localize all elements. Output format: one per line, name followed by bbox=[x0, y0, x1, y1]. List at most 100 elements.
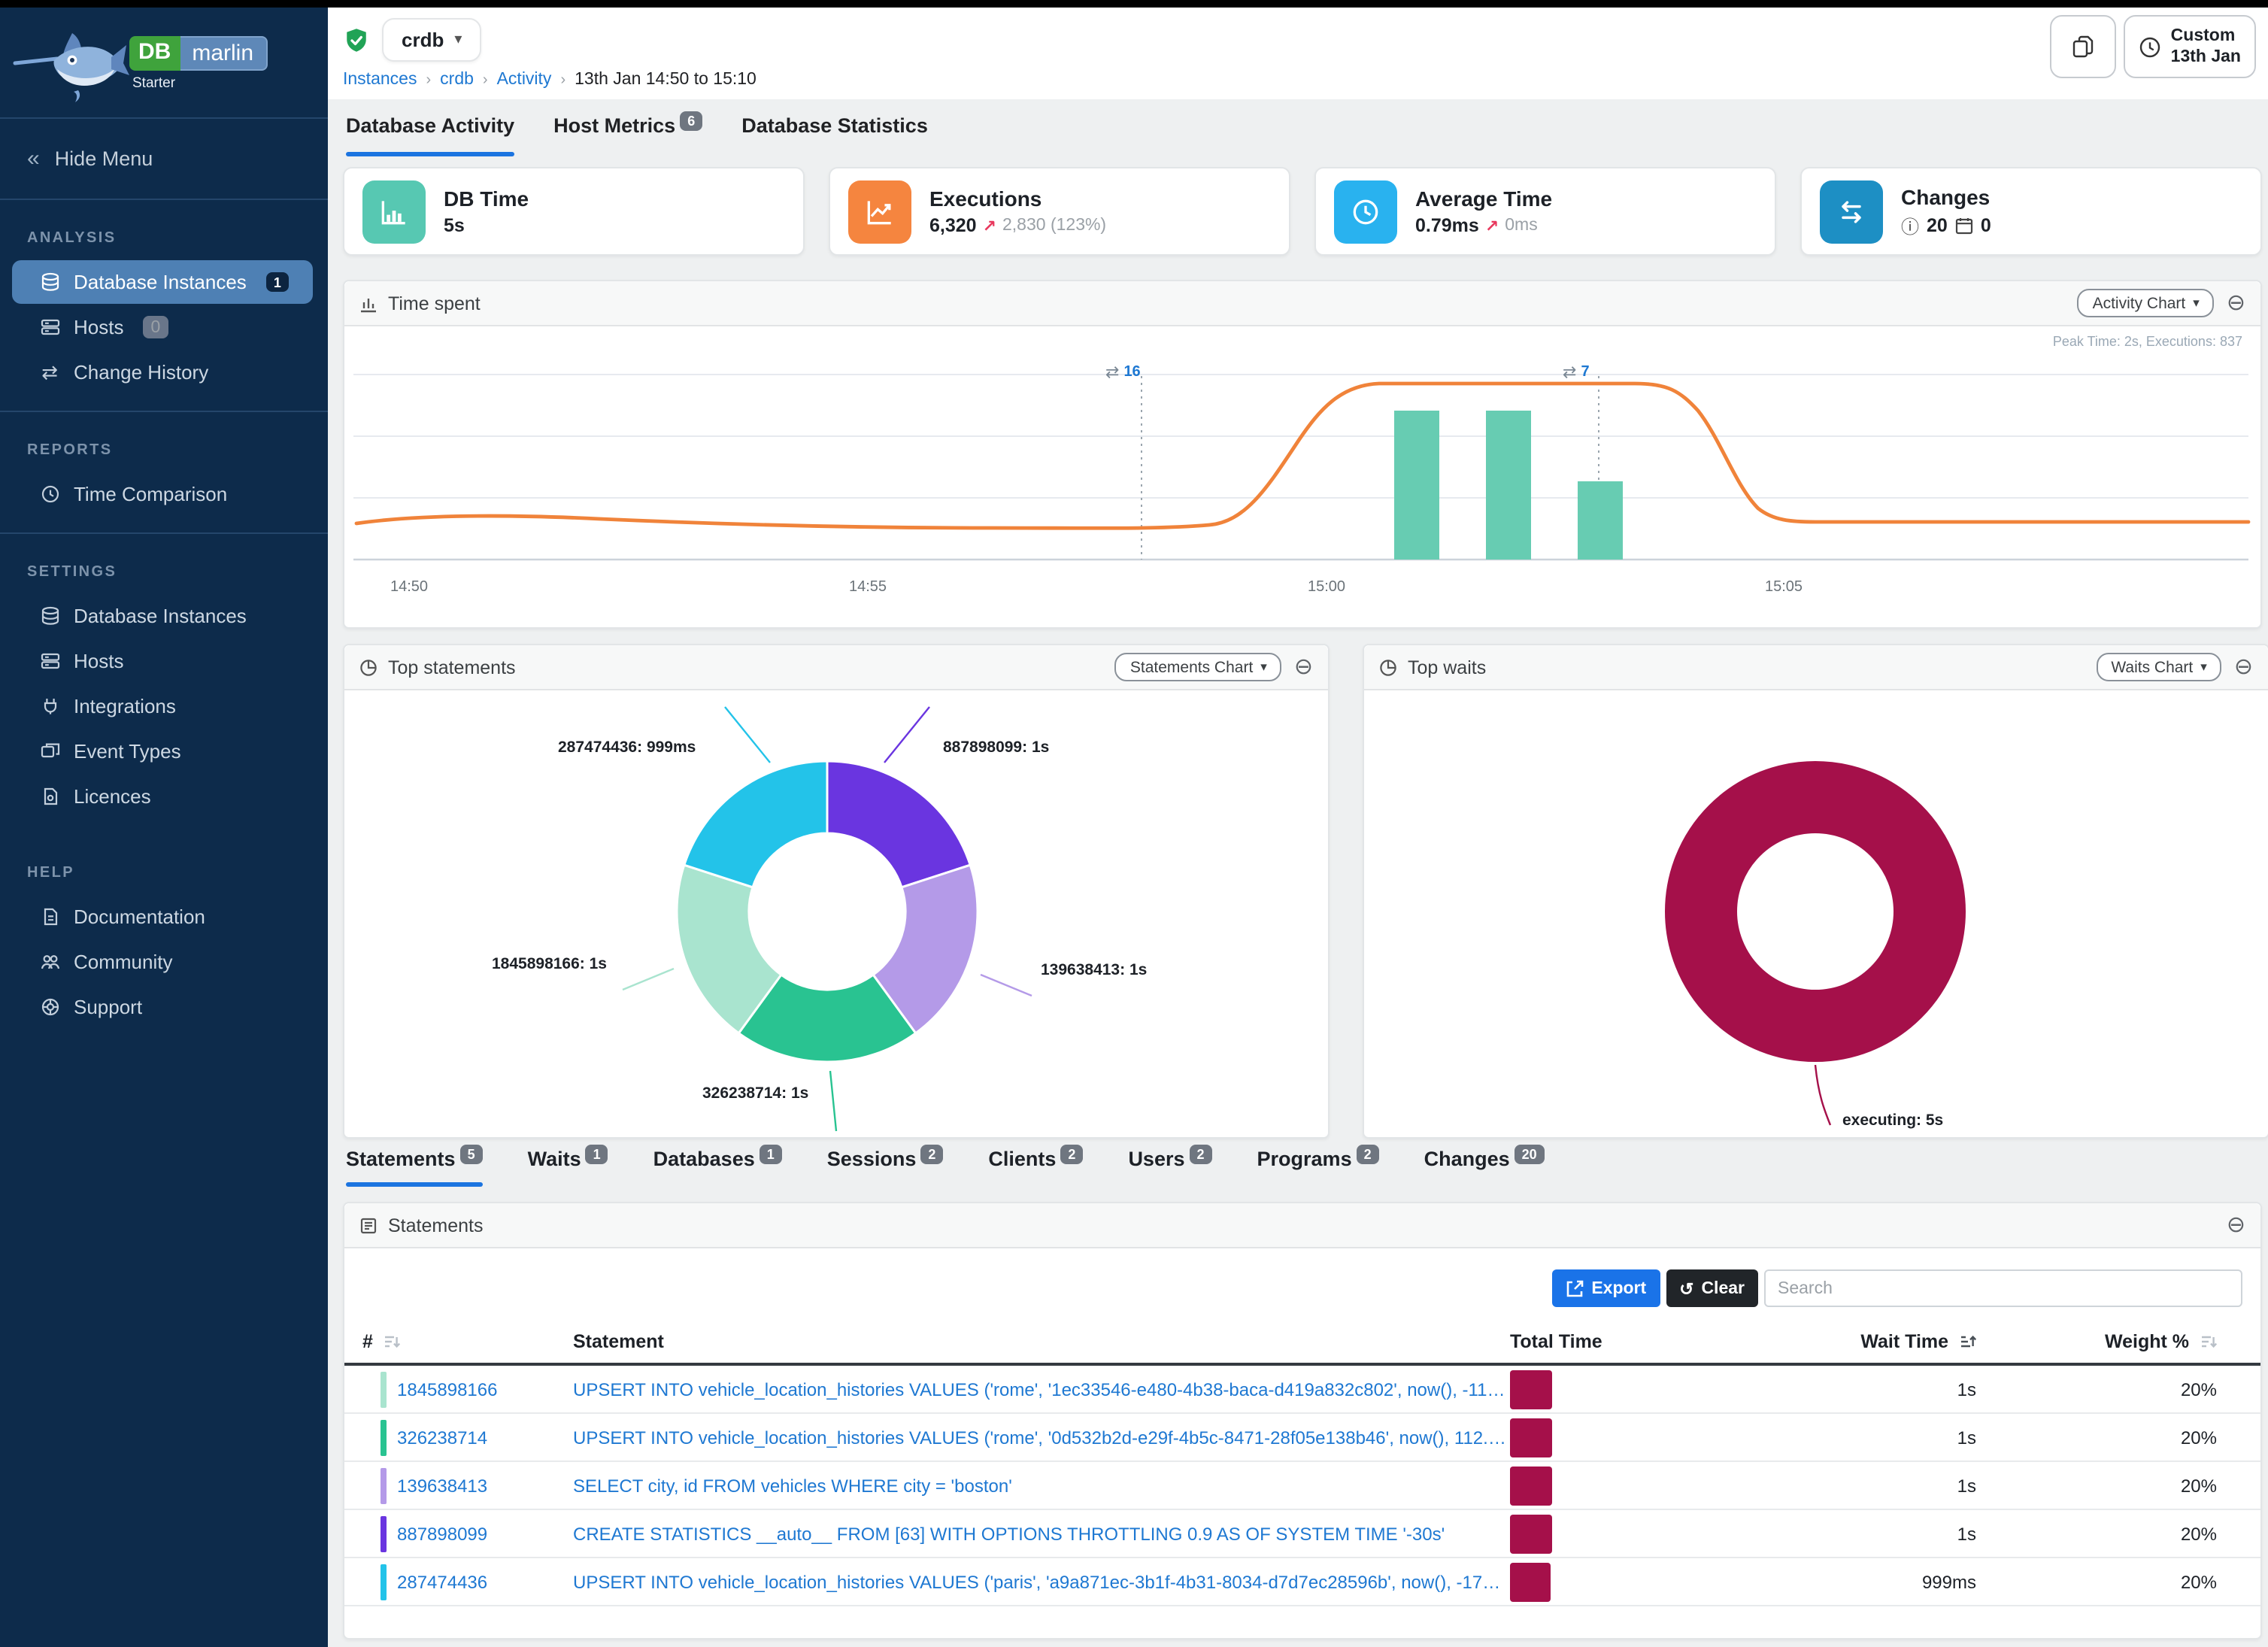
donut-label: 1845898166: 1s bbox=[492, 955, 607, 973]
sidebar-section-settings: SETTINGS Database Instances Hosts Integr… bbox=[0, 534, 328, 835]
sidebar-item-support[interactable]: Support bbox=[12, 985, 313, 1029]
sidebar-item-settings-database-instances[interactable]: Database Instances bbox=[12, 594, 313, 638]
search-input[interactable] bbox=[1764, 1269, 2242, 1307]
licence-icon bbox=[39, 786, 60, 807]
tab-sessions[interactable]: Sessions2 bbox=[827, 1148, 944, 1187]
time-spent-chart[interactable]: Peak Time: 2s, Executions: 837 bbox=[344, 326, 2260, 627]
tab-users[interactable]: Users2 bbox=[1128, 1148, 1211, 1187]
breadcrumb-activity[interactable]: Activity bbox=[497, 71, 552, 89]
total-time-bar bbox=[1510, 1466, 1552, 1505]
statement-link[interactable]: CREATE STATISTICS __auto__ FROM [63] WIT… bbox=[573, 1523, 1510, 1544]
panel-title: Time spent bbox=[388, 293, 481, 314]
column-header-statement[interactable]: Statement bbox=[573, 1325, 1510, 1364]
collapse-panel-icon[interactable]: ⊖ bbox=[2227, 1214, 2245, 1236]
pie-chart-icon bbox=[1379, 658, 1397, 676]
tab-databases[interactable]: Databases1 bbox=[653, 1148, 782, 1187]
up-right-arrow-icon: ↗ bbox=[983, 216, 996, 235]
clock-icon bbox=[39, 484, 60, 505]
db-time-line bbox=[356, 384, 2248, 528]
statements-panel: Statements ⊖ Export ↺ Clear bbox=[343, 1202, 2262, 1639]
card-executions: Executions 6,320 ↗ 2,830 (123%) bbox=[829, 167, 1290, 256]
collapse-panel-icon[interactable]: ⊖ bbox=[1294, 656, 1313, 678]
sidebar-item-time-comparison[interactable]: Time Comparison bbox=[12, 472, 313, 516]
sidebar-item-community[interactable]: Community bbox=[12, 940, 313, 984]
statement-link[interactable]: SELECT city, id FROM vehicles WHERE city… bbox=[573, 1475, 1510, 1496]
collapse-panel-icon[interactable]: ⊖ bbox=[2227, 292, 2245, 314]
waits-chart-dropdown[interactable]: Waits Chart ▾ bbox=[2096, 653, 2222, 681]
content: Database Activity Host Metrics6 Database… bbox=[328, 99, 2268, 1647]
statement-id-link[interactable]: 287474436 bbox=[397, 1571, 487, 1592]
tab-changes[interactable]: Changes20 bbox=[1424, 1148, 1545, 1187]
events-count: 0 bbox=[1981, 215, 1991, 236]
x-tick: 15:05 bbox=[1765, 578, 1803, 595]
tab-database-activity[interactable]: Database Activity bbox=[346, 114, 514, 156]
top-bar: crdb ▾ Instances› crdb› Activity› 13th J… bbox=[328, 8, 2268, 101]
section-label: ANALYSIS bbox=[0, 206, 328, 259]
statement-id-link[interactable]: 1845898166 bbox=[397, 1379, 498, 1400]
statements-table: # Statement Total Time Wait Time Weight … bbox=[344, 1325, 2260, 1606]
wait-time-value: 999ms bbox=[1781, 1558, 1976, 1606]
statement-id-link[interactable]: 139638413 bbox=[397, 1475, 487, 1496]
change-annotation[interactable]: ⇄ 7 bbox=[1563, 362, 1590, 382]
sidebar-item-label: Database Instances bbox=[74, 605, 247, 627]
time-range-button[interactable]: Custom 13th Jan bbox=[2124, 15, 2256, 78]
sidebar-item-event-types[interactable]: Event Types bbox=[12, 729, 313, 773]
sidebar-item-change-history[interactable]: ⇄ Change History bbox=[12, 350, 313, 394]
sidebar-item-integrations[interactable]: Integrations bbox=[12, 684, 313, 728]
wait-time-value: 1s bbox=[1781, 1364, 1976, 1413]
tab-clients[interactable]: Clients2 bbox=[988, 1148, 1083, 1187]
total-time-bar bbox=[1510, 1562, 1551, 1601]
table-row: 1845898166 UPSERT INTO vehicle_location_… bbox=[344, 1364, 2260, 1413]
export-button[interactable]: Export bbox=[1552, 1269, 1660, 1307]
table-row: 139638413 SELECT city, id FROM vehicles … bbox=[344, 1461, 2260, 1509]
sidebar-item-database-instances[interactable]: Database Instances 1 bbox=[12, 260, 313, 304]
tab-statements[interactable]: Statements5 bbox=[346, 1148, 483, 1187]
card-value: 6,320 bbox=[929, 215, 977, 236]
export-icon bbox=[1566, 1279, 1584, 1297]
tab-waits[interactable]: Waits1 bbox=[528, 1148, 608, 1187]
change-annotation[interactable]: ⇄ 16 bbox=[1105, 362, 1141, 382]
column-header-weight[interactable]: Weight % bbox=[1976, 1325, 2260, 1364]
card-changes: Changes ⓘ 20 0 bbox=[1800, 167, 2262, 256]
collapse-panel-icon[interactable]: ⊖ bbox=[2234, 656, 2253, 678]
card-title: Changes bbox=[1901, 184, 1991, 208]
sidebar-item-hosts[interactable]: Hosts 0 bbox=[12, 305, 313, 349]
brand: DB marlin Starter bbox=[0, 0, 328, 117]
instance-selector[interactable]: crdb ▾ bbox=[382, 18, 481, 62]
sidebar-item-label: Community bbox=[74, 951, 173, 973]
waits-donut[interactable]: executing: 5s bbox=[1364, 690, 2268, 1137]
wait-time-value: 1s bbox=[1781, 1461, 1976, 1509]
statements-donut[interactable]: 887898099: 1s 139638413: 1s 326238714: 1… bbox=[344, 690, 1328, 1137]
section-label: SETTINGS bbox=[0, 540, 328, 593]
server-icon bbox=[39, 317, 60, 338]
table-row: 326238714 UPSERT INTO vehicle_location_h… bbox=[344, 1413, 2260, 1461]
statement-id-link[interactable]: 326238714 bbox=[397, 1427, 487, 1448]
changes-count: 20 bbox=[1927, 215, 1948, 236]
tab-host-metrics[interactable]: Host Metrics6 bbox=[553, 114, 702, 156]
statement-id-link[interactable]: 887898099 bbox=[397, 1523, 487, 1544]
copy-link-button[interactable] bbox=[2051, 15, 2117, 78]
tab-programs[interactable]: Programs2 bbox=[1257, 1148, 1379, 1187]
sidebar-item-documentation[interactable]: Documentation bbox=[12, 895, 313, 939]
sidebar-item-licences[interactable]: Licences bbox=[12, 775, 313, 818]
wait-time-value: 1s bbox=[1781, 1509, 1976, 1558]
tab-database-statistics[interactable]: Database Statistics bbox=[741, 114, 928, 156]
statement-link[interactable]: UPSERT INTO vehicle_location_histories V… bbox=[573, 1427, 1510, 1448]
total-time-bar bbox=[1510, 1418, 1552, 1457]
column-header-wait-time[interactable]: Wait Time bbox=[1781, 1325, 1976, 1364]
statement-link[interactable]: UPSERT INTO vehicle_location_histories V… bbox=[573, 1571, 1510, 1592]
card-title: Average Time bbox=[1415, 187, 1552, 211]
column-header-total-time[interactable]: Total Time bbox=[1510, 1325, 1781, 1364]
statement-link[interactable]: UPSERT INTO vehicle_location_histories V… bbox=[573, 1379, 1510, 1400]
hide-menu-button[interactable]: « Hide Menu bbox=[0, 119, 328, 199]
breadcrumb-instance[interactable]: crdb bbox=[440, 71, 474, 89]
card-average-time: Average Time 0.79ms ↗ 0ms bbox=[1314, 167, 1776, 256]
statements-chart-dropdown[interactable]: Statements Chart ▾ bbox=[1115, 653, 1282, 681]
breadcrumb-instances[interactable]: Instances bbox=[343, 71, 417, 89]
sidebar-item-settings-hosts[interactable]: Hosts bbox=[12, 639, 313, 683]
column-header-id[interactable]: # bbox=[344, 1325, 573, 1364]
clear-button[interactable]: ↺ Clear bbox=[1666, 1269, 1758, 1307]
activity-chart-dropdown[interactable]: Activity Chart ▾ bbox=[2078, 289, 2215, 317]
table-toolbar: Export ↺ Clear bbox=[344, 1248, 2260, 1307]
statement-color-chip bbox=[381, 1515, 387, 1551]
